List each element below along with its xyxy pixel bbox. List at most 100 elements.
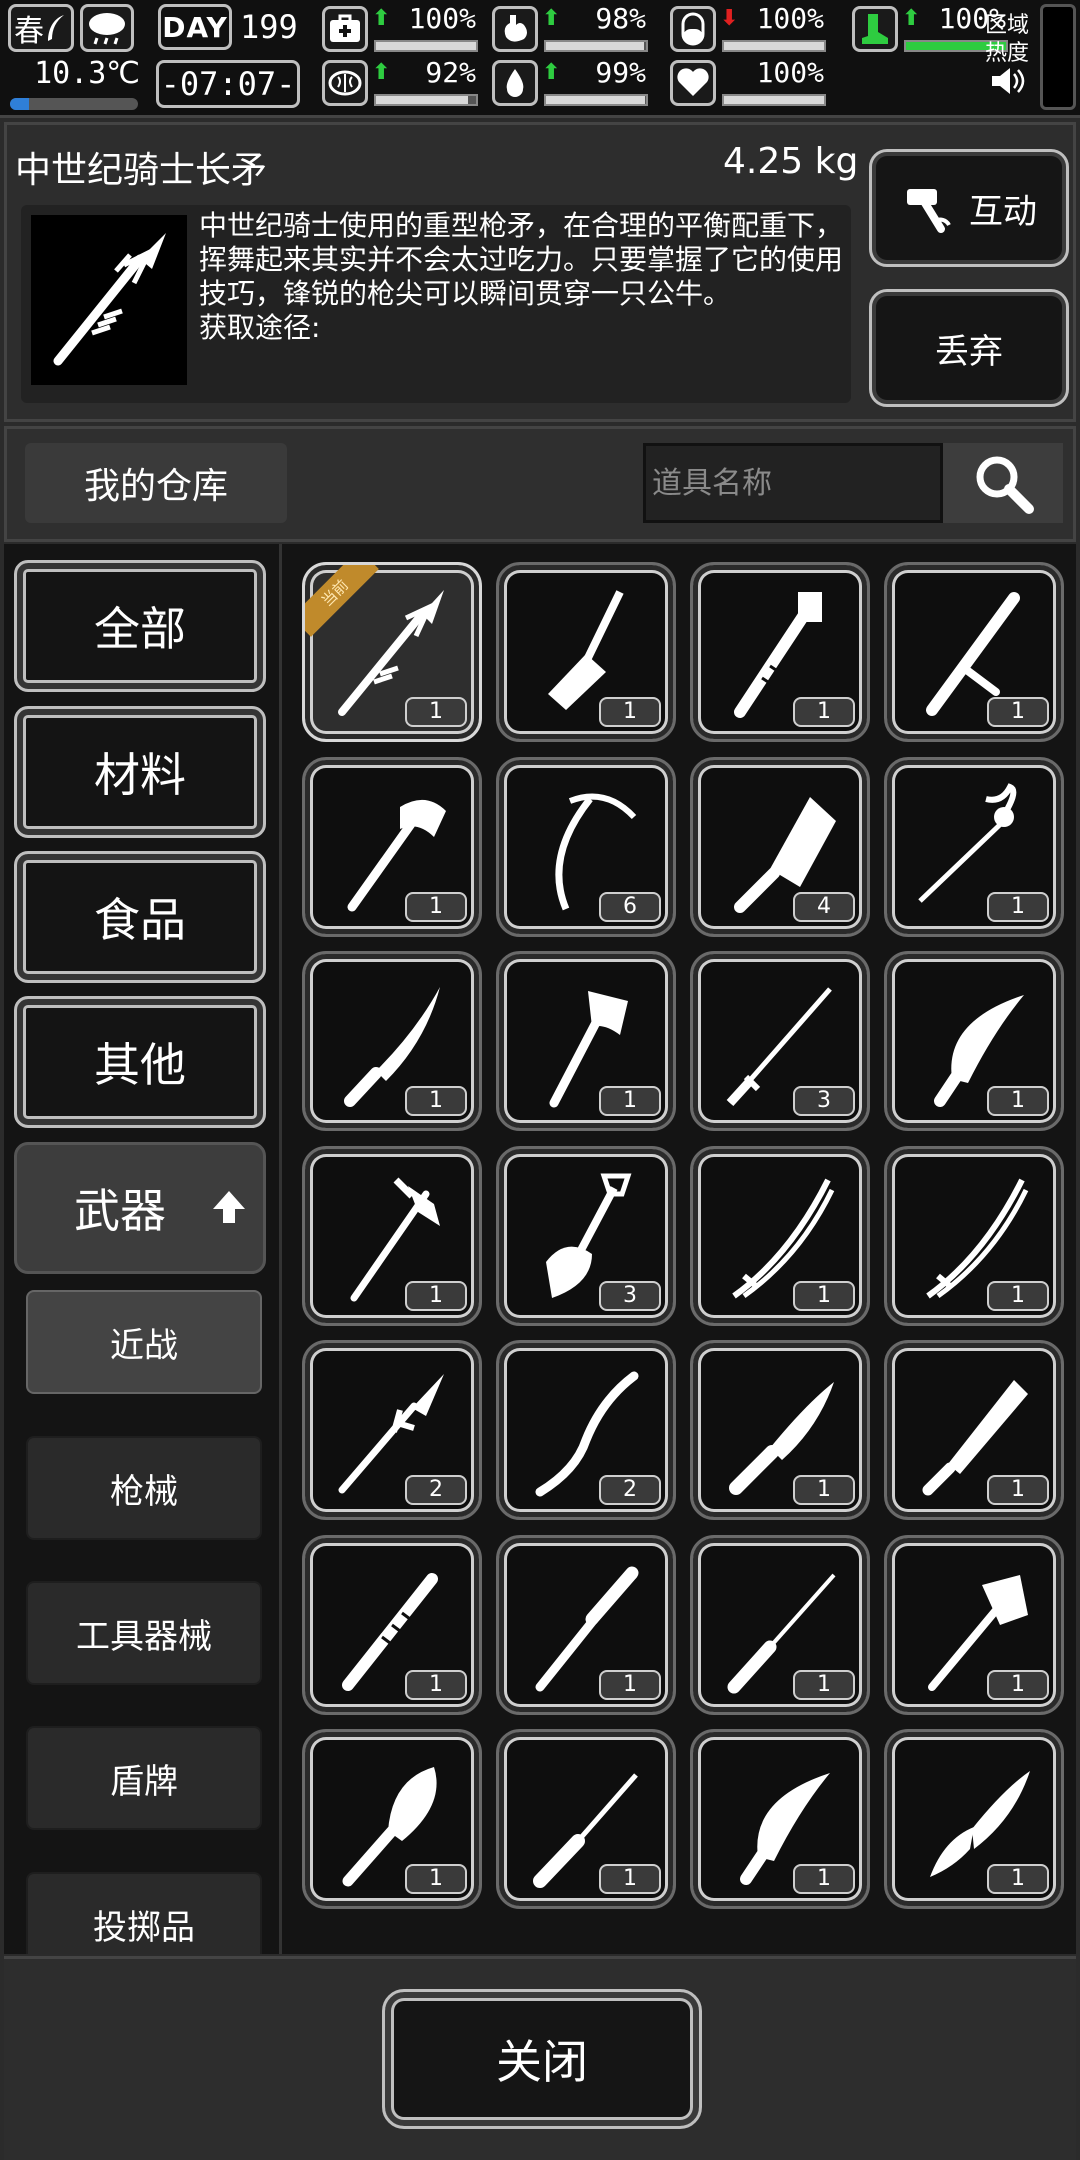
item-count: 4 [793, 891, 855, 922]
inventory-slot[interactable]: 6 [496, 756, 676, 937]
my-warehouse-tab[interactable]: 我的仓库 [25, 443, 287, 523]
stat-value: 92% [425, 56, 476, 89]
arrow-up-icon [213, 1191, 245, 1223]
category-materials[interactable]: 材料 [14, 706, 266, 838]
water-drop-icon [492, 60, 538, 106]
close-button[interactable]: 关闭 [382, 1989, 702, 2129]
inventory-slot[interactable]: 1 [884, 1729, 1064, 1909]
stat-bar-fill [376, 42, 476, 50]
subcategory-tools[interactable]: 工具器械 [26, 1581, 262, 1685]
inventory-slot[interactable]: 1 [302, 1145, 482, 1326]
inventory-slot[interactable]: 2 [496, 1340, 676, 1520]
feather-icon [48, 15, 64, 41]
trend-up-icon: ⬆ [372, 60, 391, 85]
inventory-slot[interactable]: 3 [496, 1145, 676, 1326]
item-count: 1 [987, 1475, 1049, 1505]
stomach-icon [492, 6, 538, 52]
stat-mental: ⬆ 92% [322, 56, 482, 110]
item-grid: 当前 1 1 1 1 1 6 4 1 1 1 3 1 1 3 1 1 2 2 1 1 1 1 1 1 1 1 1 1 [282, 544, 1076, 1954]
item-count: 1 [793, 1864, 855, 1894]
item-count: 3 [793, 1086, 855, 1116]
category-food[interactable]: 食品 [14, 851, 266, 983]
inventory-slot[interactable]: 1 [496, 1534, 676, 1715]
stat-hunger: ⬆ 98% [492, 2, 652, 56]
inventory-slot[interactable]: 1 [690, 1729, 870, 1909]
season-indicator: 春 [8, 4, 74, 52]
stat-bar-fill [724, 42, 824, 50]
knight-lance-icon [53, 233, 166, 366]
item-source-label: 获取途径: [199, 311, 321, 344]
category-all[interactable]: 全部 [14, 560, 266, 692]
inventory-slot[interactable]: 1 [302, 1729, 482, 1909]
inventory-slot[interactable]: 1 [690, 1145, 870, 1326]
stat-bar [722, 94, 826, 106]
category-other[interactable]: 其他 [14, 996, 266, 1128]
item-count: 1 [793, 1475, 855, 1505]
category-weapons[interactable]: 武器 [14, 1142, 266, 1274]
inventory-slot[interactable]: 当前 1 [302, 562, 482, 742]
item-count: 1 [987, 697, 1049, 727]
zone-heat-label: 区域 热度 [982, 12, 1032, 68]
inventory-slot[interactable]: 1 [884, 1145, 1064, 1326]
item-count: 2 [599, 1475, 661, 1505]
inventory-slot[interactable]: 1 [690, 1340, 870, 1520]
search-button[interactable] [943, 443, 1063, 523]
inventory-slot[interactable]: 1 [496, 951, 676, 1131]
inventory-slot[interactable]: 1 [496, 1729, 676, 1909]
category-sidebar: 全部 材料 食品 其他 武器 近战 枪械 工具器械 盾牌 投掷品 [4, 544, 282, 1954]
stat-bar [544, 94, 648, 106]
inventory-slot[interactable]: 4 [690, 756, 870, 937]
inventory-slot[interactable]: 1 [884, 1534, 1064, 1715]
inventory-slot[interactable]: 2 [302, 1340, 482, 1520]
item-name: 中世纪骑士长矛 [15, 150, 268, 191]
item-count: 1 [405, 1669, 467, 1700]
stat-value: 100% [756, 56, 824, 89]
item-count: 1 [793, 1280, 855, 1311]
item-search-input[interactable] [643, 443, 943, 523]
subcategory-firearms[interactable]: 枪械 [26, 1436, 262, 1540]
trend-up-icon: ⬆ [372, 6, 391, 31]
speaker-icon[interactable] [990, 66, 1026, 103]
inventory-slot[interactable]: 1 [690, 562, 870, 742]
inventory-slot[interactable]: 1 [302, 1534, 482, 1715]
inventory-slot[interactable]: 3 [690, 951, 870, 1131]
stat-bar-fill [546, 42, 644, 50]
stat-value: 100% [408, 2, 476, 35]
trend-up-icon: ⬆ [542, 60, 561, 85]
inventory-slot[interactable]: 1 [302, 951, 482, 1131]
game-clock: -07:07- [156, 60, 300, 108]
zone-heat-meter [1040, 4, 1076, 110]
inventory-slot[interactable]: 1 [884, 1340, 1064, 1520]
stat-value: 100% [756, 2, 824, 35]
item-weight: 4.25 kg [723, 141, 859, 182]
item-count: 1 [405, 1086, 467, 1116]
drop-button[interactable]: 丢弃 [869, 289, 1069, 407]
item-detail-panel: 中世纪骑士长矛 4.25 kg 中世纪骑士使用的重型枪矛，在合理的平衡配重下，挥… [4, 122, 1076, 422]
item-description-text: 中世纪骑士使用的重型枪矛，在合理的平衡配重下，挥舞起来其实并不会太过吃力。只要掌… [199, 209, 844, 310]
heart-icon [670, 60, 716, 106]
hammer-icon [907, 189, 951, 233]
inventory-slot[interactable]: 1 [884, 756, 1064, 937]
inventory-slot[interactable]: 1 [496, 562, 676, 742]
stat-bar [722, 40, 826, 52]
subcategory-melee[interactable]: 近战 [26, 1290, 262, 1394]
inventory-slot[interactable]: 1 [302, 756, 482, 937]
stat-bar-fill [376, 96, 468, 104]
item-count: 6 [599, 891, 661, 922]
subcategory-throwables[interactable]: 投掷品 [26, 1872, 262, 1954]
interact-button[interactable]: 互动 [869, 149, 1069, 267]
subcategory-shields[interactable]: 盾牌 [26, 1726, 262, 1830]
search-icon [976, 456, 1034, 514]
item-count: 1 [405, 697, 467, 727]
item-description: 中世纪骑士使用的重型枪矛，在合理的平衡配重下，挥舞起来其实并不会太过吃力。只要掌… [199, 209, 843, 345]
stat-bar [374, 94, 478, 106]
season-label: 春 [14, 14, 44, 49]
item-count: 1 [599, 1086, 661, 1116]
item-count: 1 [793, 1669, 855, 1700]
stat-mood: 100% [670, 56, 830, 110]
boot-icon [852, 6, 898, 52]
inventory-slot[interactable]: 1 [884, 951, 1064, 1131]
stat-value: 98% [595, 2, 646, 35]
inventory-slot[interactable]: 1 [690, 1534, 870, 1715]
inventory-slot[interactable]: 1 [884, 562, 1064, 742]
